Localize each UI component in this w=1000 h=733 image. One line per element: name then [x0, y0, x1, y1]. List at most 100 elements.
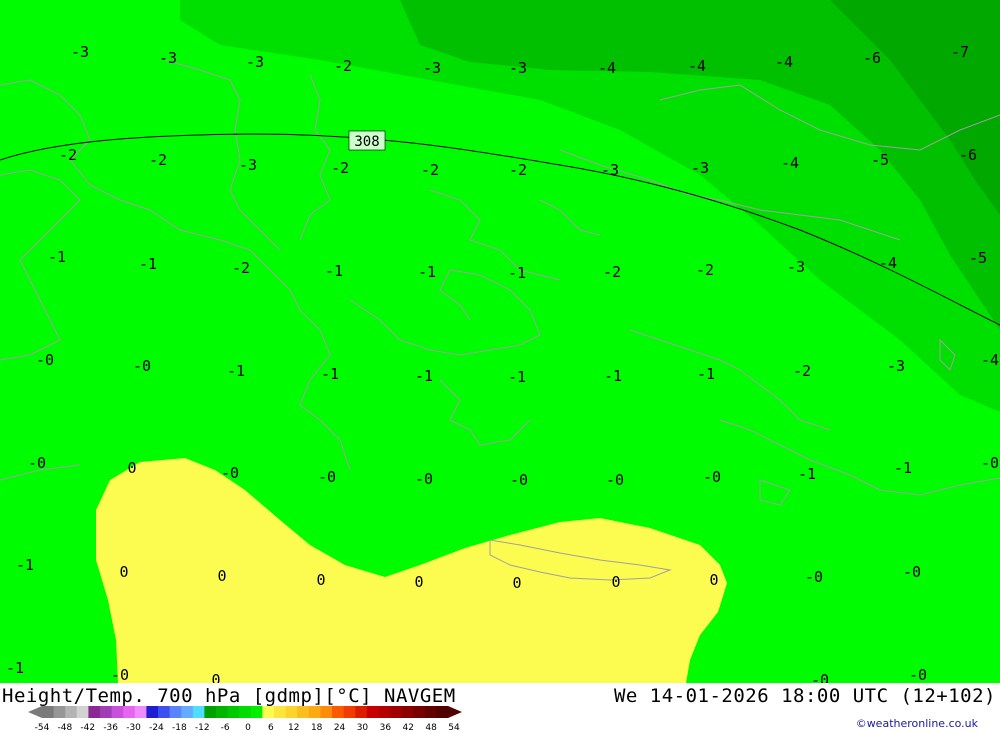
temperature-label: -1: [6, 659, 24, 677]
scale-swatch: [274, 706, 287, 718]
temperature-label: -2: [421, 161, 439, 179]
scale-tick-label: 30: [357, 723, 369, 732]
temperature-label: -2: [603, 263, 621, 281]
temperature-label: -5: [969, 249, 987, 267]
temperature-label: -2: [149, 151, 167, 169]
temperature-label: -3: [71, 43, 89, 61]
temperature-label: -0: [811, 671, 829, 683]
temperature-label: -1: [48, 248, 66, 266]
scale-swatch: [216, 706, 229, 718]
temperature-label: -2: [696, 261, 714, 279]
scale-arrow-left: [28, 706, 42, 718]
scale-swatch: [320, 706, 333, 718]
scale-swatch: [366, 706, 379, 718]
scale-swatch: [262, 706, 275, 718]
temperature-label: -3: [787, 258, 805, 276]
temperature-label: 0: [119, 563, 128, 581]
scale-swatch: [65, 706, 78, 718]
credit-link[interactable]: ©weatheronline.co.uk: [856, 717, 978, 730]
map-title: Height/Temp. 700 hPa [gdmp][°C] NAVGEM: [2, 685, 456, 707]
scale-tick-label: -54: [35, 723, 50, 732]
scale-tick-label: 42: [402, 723, 413, 732]
temperature-label: 0: [611, 573, 620, 591]
temperature-label: -4: [879, 254, 897, 272]
temperature-label: -2: [334, 57, 352, 75]
temperature-label: -2: [793, 362, 811, 380]
temperature-label: -2: [331, 159, 349, 177]
scale-swatch: [285, 706, 298, 718]
temperature-label: -1: [415, 367, 433, 385]
temperature-label: 0: [217, 567, 226, 585]
height-contour-label: 308: [354, 134, 379, 150]
temperature-label: -4: [598, 59, 616, 77]
scale-swatch: [169, 706, 182, 718]
temperature-label: -0: [510, 471, 528, 489]
scale-swatch: [53, 706, 66, 718]
scale-swatch: [308, 706, 321, 718]
scale-swatch: [192, 706, 205, 718]
temperature-label: 0: [414, 573, 423, 591]
temperature-label: -0: [981, 454, 999, 472]
scale-swatch: [76, 706, 89, 718]
color-scale-legend: -54 -48 -42 -36 -30 -24 -18 -12 -6 0 6 12 18 24 30 36 42…: [28, 706, 462, 732]
temperature-label: -3: [509, 59, 527, 77]
temperature-label: -0: [133, 357, 151, 375]
temperature-label: -1: [508, 264, 526, 282]
temperature-label: -3: [423, 59, 441, 77]
temperature-label: -6: [863, 49, 881, 67]
scale-tick-label: -42: [80, 723, 95, 732]
scale-swatch: [88, 706, 101, 718]
temperature-label: 0: [211, 671, 220, 683]
temperature-label: -0: [28, 454, 46, 472]
temperature-label: -0: [111, 666, 129, 683]
temperature-label: -0: [805, 568, 823, 586]
scale-swatch: [297, 706, 310, 718]
scale-tick-label: 24: [334, 723, 346, 732]
temperature-label: -0: [415, 470, 433, 488]
temperature-label: -4: [688, 57, 706, 75]
scale-swatch: [111, 706, 124, 718]
temperature-label: -0: [36, 351, 54, 369]
scale-arrow-right: [448, 706, 462, 718]
scale-swatch: [42, 706, 55, 718]
temperature-label: -0: [903, 563, 921, 581]
scale-tick-label: 6: [268, 723, 274, 732]
scale-swatch: [181, 706, 194, 718]
scale-swatch: [239, 706, 252, 718]
scale-swatch: [134, 706, 147, 718]
temperature-label: -0: [909, 666, 927, 683]
scale-swatch: [204, 706, 217, 718]
temperature-label: -1: [697, 365, 715, 383]
scale-tick-label: 48: [425, 723, 437, 732]
temperature-label: 0: [127, 459, 136, 477]
scale-swatch: [332, 706, 345, 718]
scale-tick-label: 18: [311, 723, 323, 732]
temperature-label: -3: [239, 156, 257, 174]
scale-tick-label: 0: [245, 723, 251, 732]
scale-swatch: [424, 706, 437, 718]
temperature-label: -2: [232, 259, 250, 277]
scale-swatch: [343, 706, 356, 718]
scale-swatch: [227, 706, 240, 718]
temperature-label: 0: [316, 571, 325, 589]
temperature-label: -1: [508, 368, 526, 386]
scale-tick-label: 12: [288, 723, 299, 732]
temperature-label: -0: [221, 464, 239, 482]
scale-tick-label: -30: [126, 723, 141, 732]
temperature-label: -2: [59, 146, 77, 164]
scale-swatch: [146, 706, 159, 718]
weather-map: 308 -3 -3 -3 -2 -3 -3 -4 -4 -4 -6 -7 -2 -2 -3 -2 -2 -2 -3…: [0, 0, 1000, 689]
temperature-label: -1: [798, 465, 816, 483]
scale-swatch: [158, 706, 171, 718]
temperature-label: -3: [159, 49, 177, 67]
scale-tick-label: -18: [172, 723, 187, 732]
temperature-label: -1: [325, 262, 343, 280]
temperature-label: -3: [887, 357, 905, 375]
scale-swatch: [390, 706, 403, 718]
scale-tick-label: -48: [58, 723, 73, 732]
scale-tick-label: -6: [221, 723, 230, 732]
temperature-label: -0: [606, 471, 624, 489]
scale-tick-label: -36: [103, 723, 118, 732]
temperature-label: -0: [318, 468, 336, 486]
scale-swatch: [401, 706, 414, 718]
